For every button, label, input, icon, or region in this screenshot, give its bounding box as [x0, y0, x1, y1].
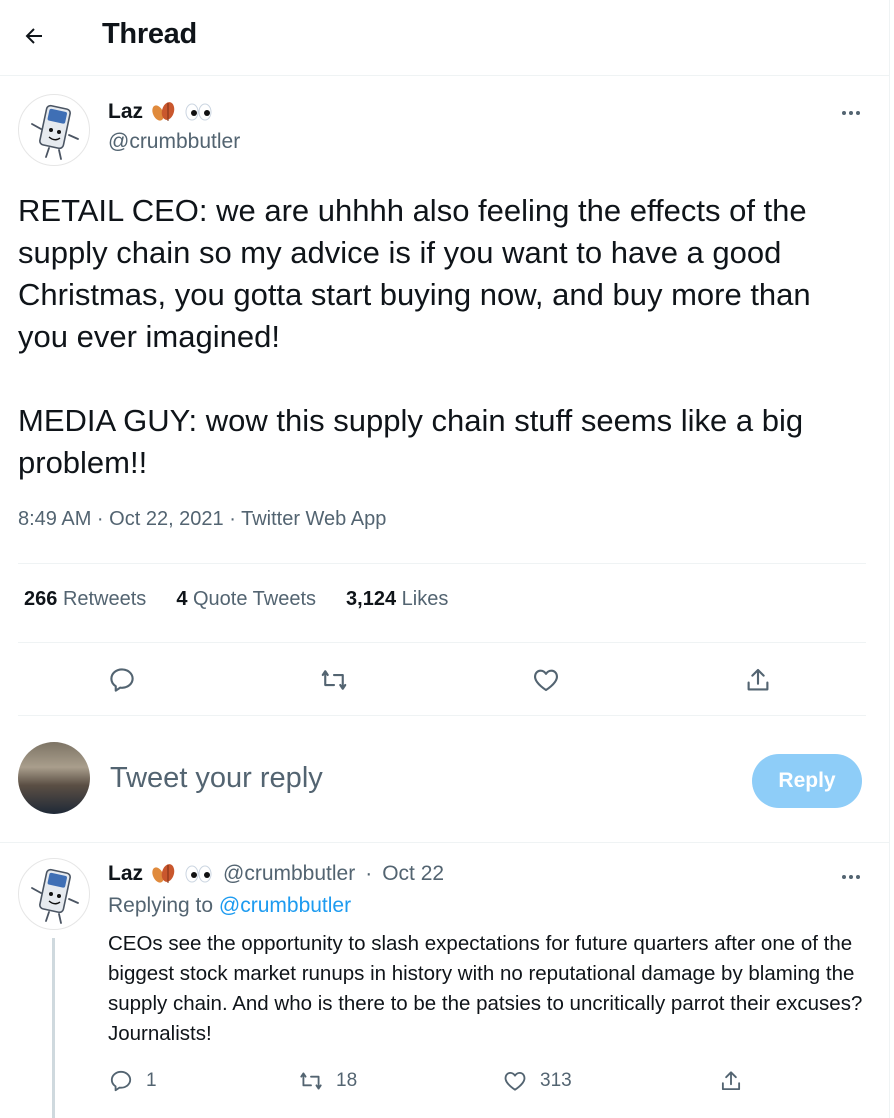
- quote-tweets-count: 4: [176, 588, 188, 610]
- like-button[interactable]: [526, 660, 566, 700]
- eyes-emoji-icon: [185, 103, 212, 121]
- phone-mascot-icon: [31, 868, 79, 924]
- quote-tweets-stat[interactable]: 4 Quote Tweets: [176, 588, 316, 611]
- reply-like-button[interactable]: 313: [502, 1064, 572, 1098]
- retweet-icon: [321, 670, 347, 690]
- separator-dot: ·: [365, 862, 373, 885]
- replying-to-line: Replying to @crumbbutler: [108, 894, 351, 918]
- reply-text: CEOs see the opportunity to slash expect…: [108, 932, 863, 1045]
- reply-submit-button[interactable]: Reply: [752, 754, 862, 808]
- reply-date[interactable]: Oct 22: [382, 862, 444, 886]
- reply-share-button[interactable]: [718, 1064, 744, 1098]
- more-icon: [842, 111, 860, 115]
- reply-actions: 1 18 313: [108, 1064, 868, 1098]
- reply-icon: [110, 668, 134, 692]
- thread-connector-line: [52, 938, 55, 1118]
- reply-author-row: Laz @crumbbutler · Oct 22: [108, 862, 444, 886]
- retweet-count: 18: [336, 1070, 358, 1091]
- back-arrow-icon: [25, 28, 42, 44]
- divider: [18, 563, 866, 564]
- leaf-emoji-icon: [152, 864, 175, 883]
- likes-count: 3,124: [346, 588, 397, 610]
- retweet-icon: [300, 1072, 322, 1090]
- likes-stat[interactable]: 3,124 Likes: [346, 588, 448, 611]
- reply-author-avatar[interactable]: [18, 858, 90, 930]
- share-icon: [721, 1071, 741, 1091]
- author-name-row: Laz: [108, 100, 213, 124]
- tweet-actions: [18, 660, 866, 700]
- quote-tweets-label: Quote Tweets: [193, 588, 317, 610]
- current-user-avatar[interactable]: [18, 742, 90, 814]
- more-button[interactable]: [836, 98, 866, 128]
- like-count: 313: [540, 1070, 572, 1091]
- replying-to-prefix: Replying to: [108, 894, 214, 917]
- reply-input[interactable]: Tweet your reply: [110, 762, 323, 795]
- tweet-stats: 266 Retweets 4 Quote Tweets 3,124 Likes: [24, 588, 448, 611]
- divider: [0, 842, 890, 843]
- phone-mascot-icon: [31, 104, 79, 160]
- reply-author-handle[interactable]: @crumbbutler: [223, 862, 355, 886]
- page-title: Thread: [102, 18, 197, 50]
- leaf-emoji-icon: [152, 102, 175, 121]
- tweet-text: RETAIL CEO: we are uhhhh also feeling th…: [18, 193, 811, 480]
- tweet-timestamp[interactable]: 8:49 AM · Oct 22, 2021 · Twitter Web App: [18, 508, 386, 531]
- reply-reply-button[interactable]: 1: [108, 1064, 157, 1098]
- more-icon: [842, 875, 860, 879]
- likes-label: Likes: [401, 588, 449, 610]
- header: Thread: [0, 0, 890, 76]
- retweets-stat[interactable]: 266 Retweets: [24, 588, 146, 611]
- reply-author-emoji: [149, 863, 213, 885]
- retweet-button[interactable]: [314, 660, 354, 700]
- reply-icon: [110, 1070, 132, 1092]
- author-name[interactable]: Laz: [108, 100, 143, 124]
- reply-button[interactable]: [102, 660, 142, 700]
- back-button[interactable]: [14, 16, 54, 56]
- thread-page: Thread Laz @crumbbutler RETAIL CEO: we a…: [0, 0, 890, 1118]
- reply-retweet-button[interactable]: 18: [298, 1064, 357, 1098]
- retweets-count: 266: [24, 588, 58, 610]
- divider: [18, 642, 866, 643]
- author-handle[interactable]: @crumbbutler: [108, 130, 240, 154]
- retweets-label: Retweets: [62, 588, 147, 610]
- author-emoji: [149, 101, 213, 123]
- like-icon: [504, 1071, 526, 1091]
- divider: [18, 715, 866, 716]
- reply-author-name[interactable]: Laz: [108, 862, 143, 886]
- share-icon: [747, 668, 769, 691]
- reply-count: 1: [146, 1070, 157, 1091]
- reply-more-button[interactable]: [836, 862, 866, 892]
- share-button[interactable]: [738, 660, 778, 700]
- replying-to-mention[interactable]: @crumbbutler: [219, 894, 351, 917]
- like-icon: [534, 669, 558, 692]
- eyes-emoji-icon: [185, 865, 212, 883]
- author-avatar[interactable]: [18, 94, 90, 166]
